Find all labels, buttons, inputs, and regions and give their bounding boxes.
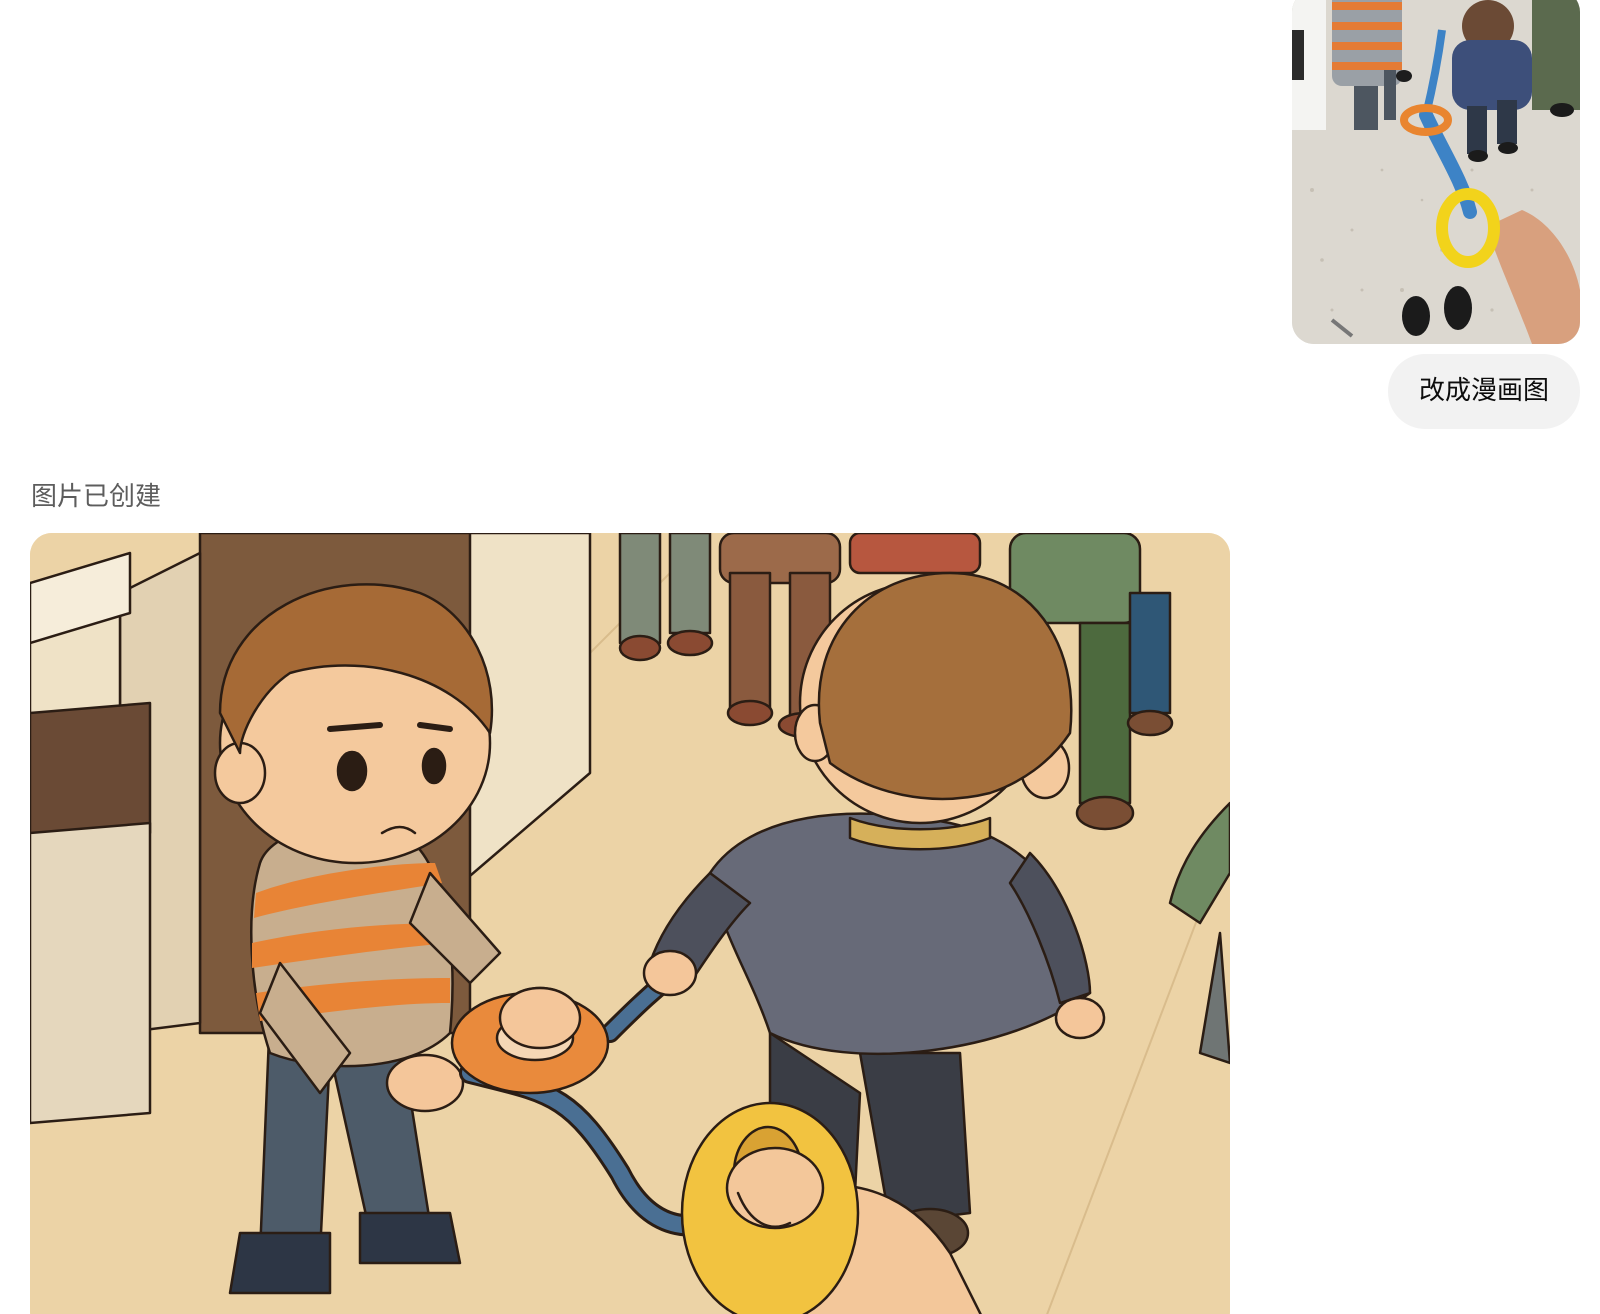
chat-page: 改成漫画图 图片已创建 (0, 0, 1600, 1314)
comic-drawing (30, 533, 1230, 1314)
image-created-status: 图片已创建 (31, 482, 162, 512)
user-attached-photo[interactable] (1292, 0, 1580, 344)
generated-comic-image[interactable] (30, 533, 1230, 1314)
user-message-bubble: 改成漫画图 (1388, 354, 1580, 429)
photo-drawing (1292, 0, 1580, 344)
